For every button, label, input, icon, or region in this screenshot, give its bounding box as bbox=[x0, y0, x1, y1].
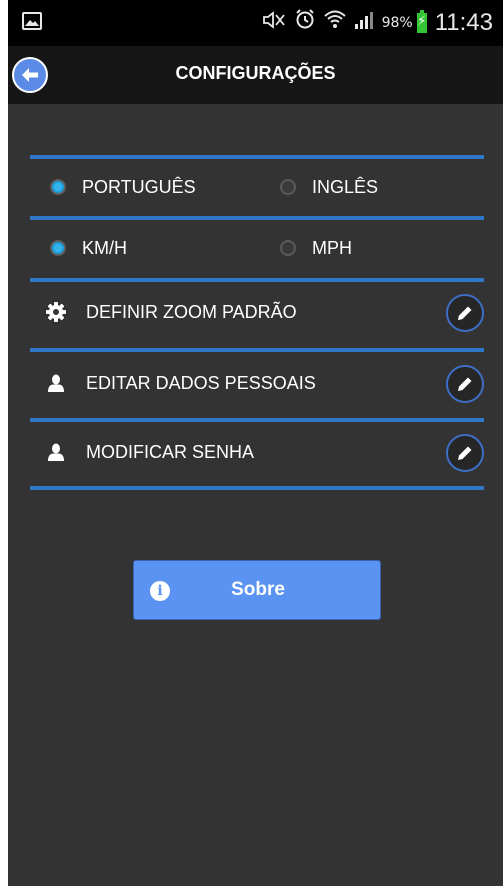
pencil-icon bbox=[458, 377, 472, 391]
speed-option-kmh[interactable]: KM/H bbox=[50, 220, 127, 276]
action-bar: CONFIGURAÇÕES bbox=[8, 46, 503, 104]
battery-charging-icon: ⚡ bbox=[416, 10, 427, 33]
item-label: MODIFICAR SENHA bbox=[86, 442, 255, 462]
change-password-row[interactable]: MODIFICAR SENHA bbox=[30, 424, 484, 480]
default-zoom-row[interactable]: DEFINIR ZOOM PADRÃO bbox=[30, 284, 484, 340]
divider bbox=[30, 486, 484, 490]
edit-personal-data-button[interactable] bbox=[446, 365, 484, 403]
gear-icon bbox=[46, 302, 66, 322]
clock: 11:43 bbox=[434, 9, 493, 36]
pencil-icon bbox=[458, 306, 472, 320]
about-button-label: Sobre bbox=[231, 579, 285, 600]
edit-password-button[interactable] bbox=[446, 434, 484, 472]
page-title: CONFIGURAÇÕES bbox=[175, 63, 336, 83]
radio-unselected[interactable] bbox=[280, 240, 296, 256]
speed-option-label: MPH bbox=[312, 237, 352, 258]
radio-selected[interactable] bbox=[50, 240, 66, 256]
wifi-icon bbox=[323, 8, 346, 38]
item-label: EDITAR DADOS PESSOAIS bbox=[86, 373, 316, 393]
divider bbox=[30, 418, 484, 422]
language-option-portuguese[interactable]: PORTUGUÊS bbox=[50, 159, 196, 215]
alarm-icon bbox=[294, 8, 316, 38]
language-option-english[interactable]: INGLÊS bbox=[280, 159, 378, 215]
user-icon bbox=[46, 373, 66, 393]
language-row: PORTUGUÊS INGLÊS bbox=[30, 159, 484, 215]
edit-zoom-button[interactable] bbox=[446, 294, 484, 332]
signal-icon bbox=[354, 8, 374, 38]
app-screen: 98% ⚡ 11:43 CONFIGURAÇÕES PORTUGUÊS INGL… bbox=[8, 0, 503, 886]
radio-selected[interactable] bbox=[50, 179, 66, 195]
radio-unselected[interactable] bbox=[280, 179, 296, 195]
about-button[interactable]: i Sobre bbox=[133, 560, 381, 620]
speed-unit-row: KM/H MPH bbox=[30, 220, 484, 276]
language-option-label: PORTUGUÊS bbox=[82, 176, 196, 197]
divider bbox=[30, 278, 484, 282]
gallery-icon bbox=[22, 12, 42, 30]
muted-icon bbox=[262, 8, 286, 38]
speed-option-label: KM/H bbox=[82, 237, 127, 258]
user-icon bbox=[46, 442, 66, 462]
divider bbox=[30, 348, 484, 352]
item-label: DEFINIR ZOOM PADRÃO bbox=[86, 302, 297, 322]
pencil-icon bbox=[458, 446, 472, 460]
language-option-label: INGLÊS bbox=[312, 176, 379, 197]
status-bar: 98% ⚡ 11:43 bbox=[8, 0, 503, 46]
edit-personal-data-row[interactable]: EDITAR DADOS PESSOAIS bbox=[30, 355, 484, 411]
battery-percent: 98% bbox=[381, 15, 413, 31]
speed-option-mph[interactable]: MPH bbox=[280, 220, 352, 276]
